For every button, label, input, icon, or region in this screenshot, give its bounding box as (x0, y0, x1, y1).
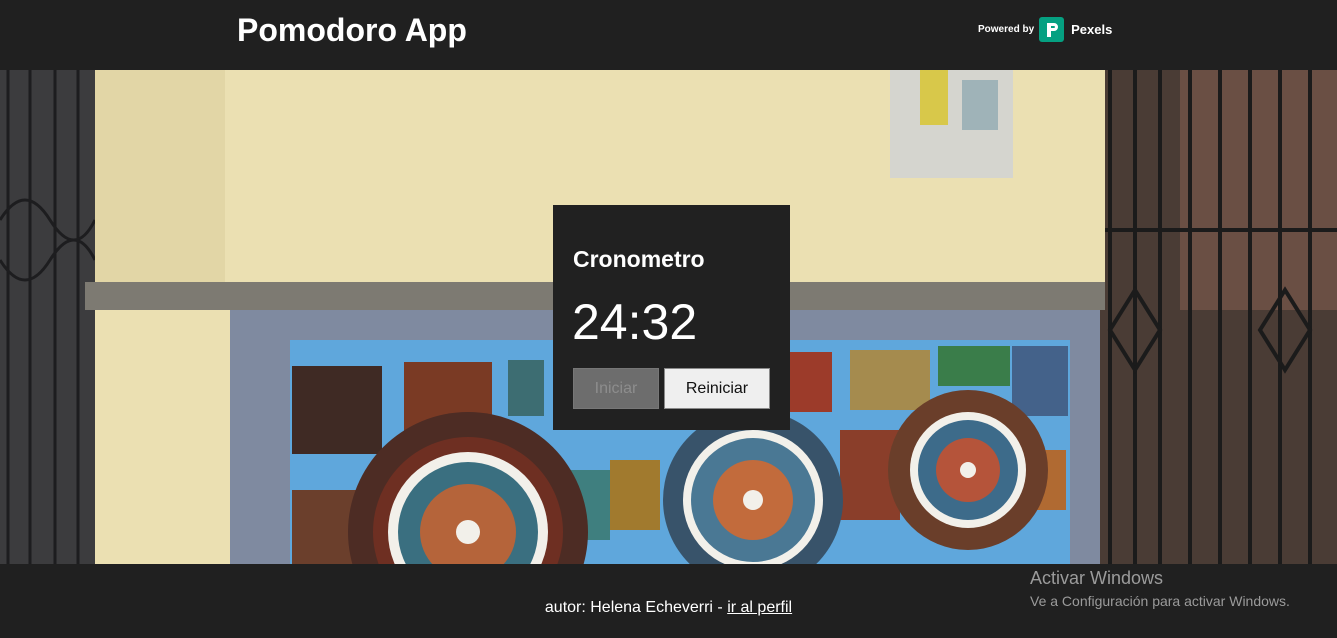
start-button[interactable]: Iniciar (573, 368, 659, 409)
app-title: Pomodoro App (237, 12, 467, 48)
author-text: autor: Helena Echeverri - (544, 599, 728, 616)
reset-button[interactable]: Reiniciar (664, 368, 770, 409)
timer-title: Cronometro (573, 246, 705, 272)
timer-display: 24:32 (572, 294, 698, 350)
windows-activation-title: Activar Windows (1030, 568, 1164, 588)
pexels-brand-label: Pexels (1071, 22, 1113, 37)
timer-card: Cronometro 24:32 Iniciar Reiniciar (553, 205, 790, 430)
powered-by-label: Powered by (978, 24, 1035, 35)
header: Pomodoro App Powered by Pexels (0, 0, 1337, 70)
pexels-logo-icon (1039, 17, 1065, 42)
powered-by-pexels[interactable]: Powered by Pexels (978, 17, 1112, 42)
windows-activation-subtitle: Ve a Configuración para activar Windows. (1030, 593, 1290, 609)
profile-link[interactable]: ir al perfil (727, 599, 792, 616)
